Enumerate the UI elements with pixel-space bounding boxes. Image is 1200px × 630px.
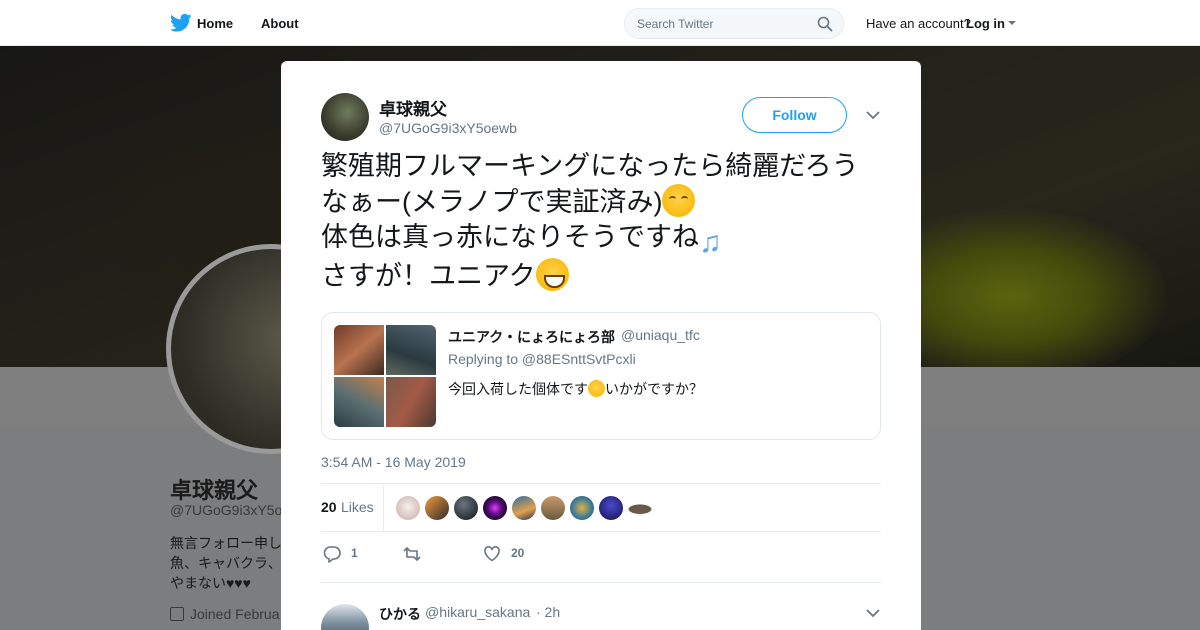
quoted-media-image[interactable] [334,325,384,375]
top-navigation: Home About Search Twitter Have an accoun… [0,0,1200,46]
search-placeholder: Search Twitter [637,17,714,31]
author-name[interactable]: 卓球親父 [379,95,447,120]
login-link[interactable]: Log in [966,16,1005,31]
quoted-replying-to: Replying to @88ESnttSvtPcxli [448,351,636,367]
reply-icon[interactable] [323,545,341,563]
musical-notes-emoji-icon: ♫ [699,226,722,259]
profile-joined: Joined Februa [170,606,280,622]
divider [321,582,881,583]
author-handle[interactable]: @7UGoG9i3xY5oewb [379,120,517,136]
quoted-tweet[interactable]: ユニアク・にょろにょろ部 @uniaqu_tfc Replying to @88… [321,312,881,440]
tweet-text: 繁殖期フルマーキングになったら綺麗だろう なぁー(メラノプで実証済み) 体色は真… [321,149,891,294]
tweet-text-segment: なぁー(メラノプで実証済み) [321,187,663,217]
tweet-text-line: 体色は真っ赤になりそうですね♫ [321,220,891,259]
calendar-icon [170,607,184,621]
tweet-text-segment: さすが！ユニアク [321,261,536,291]
liker-avatar[interactable] [483,496,507,520]
search-icon[interactable] [817,16,833,32]
divider [321,531,881,532]
liker-avatar[interactable] [454,496,478,520]
chevron-down-icon[interactable] [866,109,880,121]
quoted-media-image[interactable] [386,377,436,427]
tweet-text-line: 繁殖期フルマーキングになったら綺麗だろう [321,151,859,181]
twitter-bird-icon[interactable] [170,13,192,33]
smiling-blush-emoji-icon [588,380,605,397]
search-input[interactable]: Search Twitter [624,8,844,39]
tweet-modal: 卓球親父 @7UGoG9i3xY5oewb Follow 繁殖期フルマーキングに… [281,61,921,630]
chevron-down-icon[interactable] [866,607,880,619]
profile-joined-text: Joined Februa [190,606,280,622]
quoted-author-handle: @uniaqu_tfc [621,327,700,343]
login-dropdown-caret-icon[interactable] [1008,21,1016,25]
liker-avatar[interactable] [512,496,536,520]
heart-icon[interactable] [483,545,501,563]
divider [321,483,881,484]
profile-bio: 無言フォロー申し 魚、キャバクラ、 やまない♥♥♥ [170,535,282,591]
profile-handle: @7UGoG9i3xY5o [170,502,283,518]
quoted-text: 今回入荷した個体です いかがですか？ [448,379,703,399]
author-avatar[interactable] [321,93,369,141]
reply-count[interactable]: 1 [351,546,358,560]
liker-avatar[interactable] [396,496,420,520]
liker-avatar[interactable] [425,496,449,520]
retweet-icon[interactable] [402,545,422,563]
quoted-media-image[interactable] [334,377,384,427]
profile-name: 卓球親父 [170,478,259,503]
tweet-text-segment: 体色は真っ赤になりそうですね [321,222,699,252]
close-icon[interactable] [1153,11,1179,37]
liker-avatar[interactable] [541,496,565,520]
grinning-emoji-icon [535,258,569,291]
quoted-media-image[interactable] [386,325,436,375]
quoted-author-name: ユニアク・にょろにょろ部 [448,329,616,345]
liker-avatar[interactable] [599,496,623,520]
reply-time[interactable]: · 2h [536,604,560,620]
reply-avatar[interactable] [321,604,369,630]
liker-avatar[interactable] [570,496,594,520]
likes-label[interactable]: Likes [341,499,374,515]
smiling-blush-emoji-icon [662,184,696,217]
liker-avatar[interactable] [628,496,652,520]
quoted-text-segment: いかがですか？ [605,381,703,397]
tweet-timestamp[interactable]: 3:54 AM - 16 May 2019 [321,454,466,470]
reply-author-name[interactable]: ひかる [379,604,421,624]
follow-button[interactable]: Follow [742,97,847,133]
likes-count[interactable]: 20 [321,499,337,515]
nav-home-link[interactable]: Home [197,16,233,31]
divider [383,485,384,531]
like-count[interactable]: 20 [511,546,524,560]
quoted-text-segment: 今回入荷した個体です [448,381,588,397]
have-account-text: Have an account? [866,16,971,31]
reply-author-handle[interactable]: @hikaru_sakana [425,604,530,620]
nav-about-link[interactable]: About [261,16,299,31]
tweet-text-line: なぁー(メラノプで実証済み) [321,184,891,220]
tweet-text-line: さすが！ユニアク [321,258,891,294]
